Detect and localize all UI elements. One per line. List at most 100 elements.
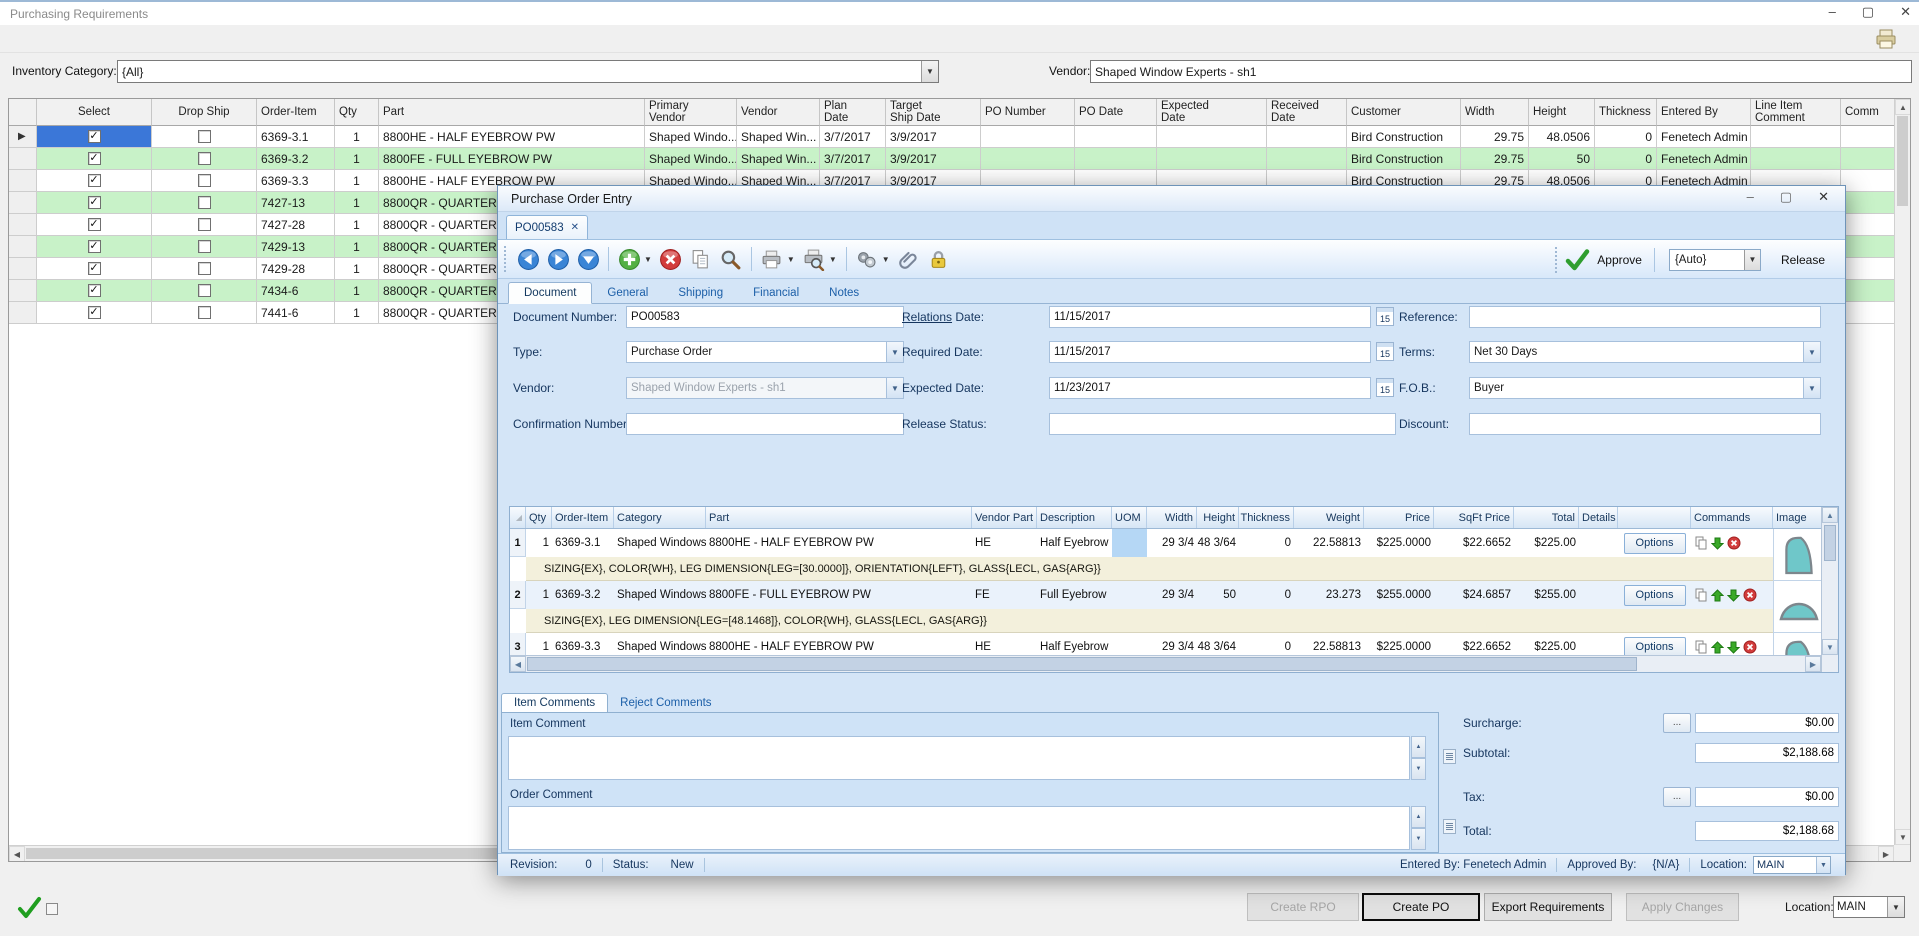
- select-cell[interactable]: ✓: [37, 148, 152, 170]
- confirmation-number-input[interactable]: [626, 413, 904, 435]
- chevron-down-icon[interactable]: ▼: [886, 342, 903, 362]
- fob-select[interactable]: Buyer▼: [1469, 377, 1821, 399]
- close-button[interactable]: ✕: [1900, 4, 1911, 20]
- chevron-down-icon[interactable]: ▼: [1887, 897, 1904, 917]
- forward-icon[interactable]: [546, 247, 570, 271]
- drop-ship-checkbox[interactable]: [198, 218, 211, 231]
- grid-column-header[interactable]: Part: [706, 507, 972, 528]
- document-tab[interactable]: PO00583 ✕: [506, 215, 588, 239]
- chevron-down-icon[interactable]: ▼: [829, 255, 837, 264]
- column-header[interactable]: Customer: [1347, 99, 1461, 126]
- expected-date-input[interactable]: [1049, 377, 1371, 399]
- options-button[interactable]: Options: [1624, 637, 1686, 657]
- grid-column-header[interactable]: Order-Item: [552, 507, 614, 528]
- select-cell[interactable]: ✓: [37, 302, 152, 324]
- grid-column-header[interactable]: Total: [1514, 507, 1579, 528]
- copy-icon[interactable]: [1694, 588, 1708, 602]
- chevron-down-icon[interactable]: ▼: [1744, 250, 1760, 270]
- drop-ship-cell[interactable]: [152, 214, 257, 236]
- tab-close-icon[interactable]: ✕: [571, 222, 579, 233]
- scroll-left-icon[interactable]: ◀: [9, 846, 25, 862]
- chevron-down-icon[interactable]: ▼: [882, 255, 890, 264]
- print-preview-icon[interactable]: [802, 247, 826, 271]
- lock-icon[interactable]: [927, 247, 951, 271]
- tab-general[interactable]: General: [592, 283, 663, 303]
- expand-editor-icon[interactable]: [1443, 819, 1456, 834]
- column-header[interactable]: Primary Vendor: [645, 99, 737, 126]
- select-checkbox[interactable]: ✓: [88, 240, 101, 253]
- down-icon[interactable]: [1727, 589, 1740, 602]
- order-comment-textarea[interactable]: [508, 806, 1410, 850]
- scroll-left-icon[interactable]: ◀: [510, 656, 526, 672]
- grid-column-header[interactable]: Description: [1037, 507, 1112, 528]
- select-checkbox[interactable]: ✓: [88, 284, 101, 297]
- scroll-up-icon[interactable]: ▲: [1822, 507, 1838, 523]
- column-header[interactable]: Order-Item: [257, 99, 335, 126]
- drop-ship-cell[interactable]: [152, 236, 257, 258]
- date-input[interactable]: [1049, 306, 1371, 328]
- drop-ship-checkbox[interactable]: [198, 196, 211, 209]
- column-header[interactable]: Drop Ship: [152, 99, 257, 126]
- up-icon[interactable]: [1711, 589, 1724, 602]
- column-header[interactable]: PO Date: [1075, 99, 1157, 126]
- vendor-input[interactable]: Shaped Window Experts - sh1: [1090, 60, 1912, 83]
- select-cell[interactable]: ✓: [37, 280, 152, 302]
- down-icon[interactable]: [576, 247, 600, 271]
- scroll-thumb[interactable]: [1897, 116, 1908, 206]
- grid-column-header[interactable]: Price: [1364, 507, 1434, 528]
- maximize-button[interactable]: ▢: [1862, 4, 1874, 20]
- column-header[interactable]: Thickness: [1595, 99, 1657, 126]
- drop-ship-cell[interactable]: [152, 258, 257, 280]
- scroll-down-icon[interactable]: ▼: [1822, 639, 1838, 655]
- options-button[interactable]: Options: [1624, 585, 1686, 606]
- select-checkbox[interactable]: ✓: [88, 218, 101, 231]
- delete-icon[interactable]: [1727, 536, 1741, 550]
- column-header[interactable]: Qty: [335, 99, 379, 126]
- column-header[interactable]: [9, 99, 37, 126]
- grid-column-header[interactable]: Category: [614, 507, 706, 528]
- inventory-category-select[interactable]: {All} ▼: [117, 60, 939, 83]
- select-cell[interactable]: ✓: [37, 236, 152, 258]
- drop-ship-checkbox[interactable]: [198, 130, 211, 143]
- select-checkbox[interactable]: ✓: [88, 196, 101, 209]
- copy-icon[interactable]: [1694, 536, 1708, 550]
- tab-financial[interactable]: Financial: [738, 283, 814, 303]
- attachment-icon[interactable]: [897, 247, 921, 271]
- grid-column-header[interactable]: Weight: [1294, 507, 1364, 528]
- grid-column-header[interactable]: Vendor Part: [972, 507, 1037, 528]
- grid-column-header[interactable]: Image: [1773, 507, 1823, 528]
- tools-icon[interactable]: [855, 247, 879, 271]
- grid-column-header[interactable]: Qty: [526, 507, 552, 528]
- drop-ship-checkbox[interactable]: [198, 284, 211, 297]
- grid-column-header[interactable]: Commands: [1691, 507, 1773, 528]
- calendar-icon[interactable]: 15: [1376, 342, 1394, 361]
- item-image-cell[interactable]: [1773, 581, 1823, 633]
- tab-notes[interactable]: Notes: [814, 283, 874, 303]
- column-header[interactable]: Height: [1529, 99, 1595, 126]
- drop-ship-cell[interactable]: [152, 280, 257, 302]
- create-po-button[interactable]: Create PO: [1362, 893, 1480, 921]
- column-header[interactable]: Part: [379, 99, 645, 126]
- copy-icon[interactable]: [689, 247, 713, 271]
- delete-icon[interactable]: [1743, 588, 1757, 602]
- select-checkbox[interactable]: ✓: [88, 262, 101, 275]
- column-header[interactable]: Select: [37, 99, 152, 126]
- export-requirements-button[interactable]: Export Requirements: [1484, 893, 1612, 921]
- chevron-down-icon[interactable]: ▼: [1803, 378, 1820, 398]
- tab-document[interactable]: Document: [508, 282, 592, 304]
- select-cell[interactable]: ✓: [37, 258, 152, 280]
- chevron-down-icon[interactable]: ▼: [921, 61, 938, 82]
- column-header[interactable]: Width: [1461, 99, 1529, 126]
- select-checkbox[interactable]: ✓: [88, 306, 101, 319]
- create-rpo-button[interactable]: Create RPO: [1247, 893, 1359, 921]
- drop-ship-checkbox[interactable]: [198, 262, 211, 275]
- drop-ship-cell[interactable]: [152, 126, 257, 148]
- chevron-down-icon[interactable]: ▼: [1816, 857, 1830, 873]
- surcharge-input[interactable]: [1695, 713, 1839, 733]
- tab-shipping[interactable]: Shipping: [663, 283, 738, 303]
- search-icon[interactable]: [719, 247, 743, 271]
- select-checkbox[interactable]: ✓: [88, 174, 101, 187]
- footer-location-select[interactable]: MAIN ▼: [1833, 896, 1905, 918]
- item-image-cell[interactable]: [1773, 633, 1823, 656]
- dialog-close-button[interactable]: ✕: [1818, 189, 1829, 205]
